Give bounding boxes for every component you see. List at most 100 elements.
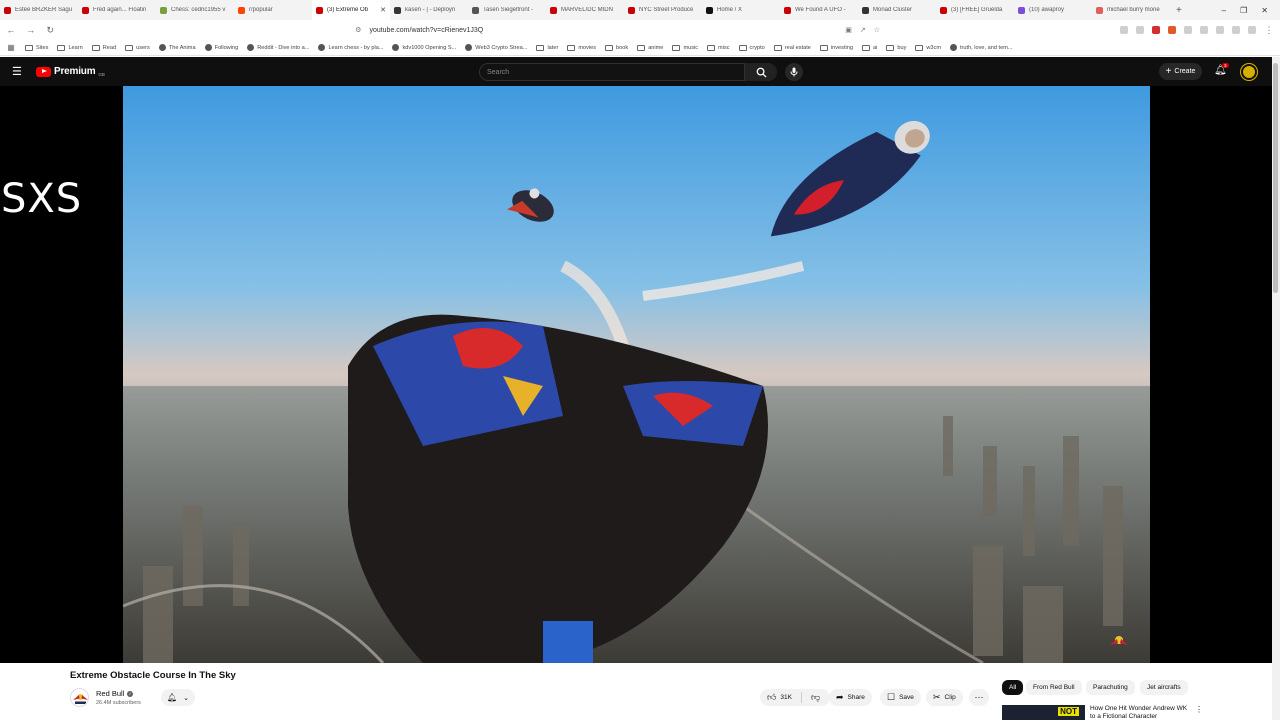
more-actions-button[interactable]: ⋯ (969, 689, 989, 706)
bookmark-link[interactable]: truth, love, and tem... (949, 44, 1013, 51)
browser-tab[interactable]: Chess: cedric1955 v (156, 0, 234, 20)
channel-name[interactable]: Red Bull ✓ (96, 689, 134, 698)
bookmark-folder[interactable]: Sites (25, 44, 48, 51)
bookmark-folder[interactable]: real estate (773, 44, 811, 51)
channel-name-text[interactable]: Red Bull (96, 689, 124, 698)
bookmark-folder[interactable]: buy (886, 44, 906, 51)
bookmark-folder[interactable]: w3cm (915, 44, 941, 51)
share-button[interactable]: ➦ Share (829, 689, 872, 706)
bookmark-folder[interactable]: later (536, 44, 558, 51)
bookmark-folder[interactable]: movies (567, 44, 596, 51)
bookmark-folder[interactable]: crypto (738, 44, 765, 51)
bookmark-folder[interactable]: Learn (57, 44, 83, 51)
apps-grid-icon[interactable]: ▦ (6, 43, 16, 52)
extension-icon[interactable] (1120, 26, 1128, 34)
bookmark-link[interactable]: Learn chess - by pla... (318, 44, 383, 51)
video-player[interactable]: SXS (0, 86, 1272, 663)
extension-icon[interactable] (1168, 26, 1176, 34)
close-tab-icon[interactable]: ✕ (380, 6, 386, 14)
browser-tab-strip: Estée BRZKER Sagu Fred again... Floatin Ch… (0, 0, 1280, 20)
recommendation-thumbnail[interactable]: NOT (1002, 705, 1085, 720)
tab-title: Home / X (717, 7, 743, 13)
bookmark-folder[interactable]: anime (637, 44, 663, 51)
bookmark-link[interactable]: Reddit - Dive into a... (247, 44, 309, 51)
like-count[interactable]: 31K (780, 694, 792, 701)
browser-tab[interactable]: Tasen Siegelfront - (468, 0, 546, 20)
chip-from-red-bull[interactable]: From Red Bull (1026, 680, 1082, 695)
browser-tab[interactable]: (3) [FREE] Gruelda (936, 0, 1014, 20)
youtube-premium-logo[interactable]: Premium GB (36, 66, 105, 77)
url-text[interactable]: youtube.com/watch?v=cRienev1J3Q (369, 27, 837, 34)
extension-icon[interactable] (1152, 26, 1160, 34)
like-icon[interactable]: 👍︎ (767, 692, 776, 703)
restore-button[interactable]: ❐ (1240, 6, 1247, 15)
browser-tab[interactable]: We Found A UFO - (780, 0, 858, 20)
bookmark-folder[interactable]: users (125, 44, 150, 51)
chip-all[interactable]: All (1002, 680, 1024, 695)
site-icon (247, 44, 255, 51)
browser-tab[interactable]: Monad Cluster (858, 0, 936, 20)
profile-icon[interactable] (1248, 26, 1256, 34)
bookmark-link[interactable]: The Anima (158, 44, 196, 51)
browser-tab[interactable]: (3) Extreme Ob ✕ (312, 0, 390, 20)
address-bar[interactable]: ⚙ youtube.com/watch?v=cRienev1J3Q ▣ ↗ ☆ (355, 22, 880, 38)
dislike-icon[interactable]: 👎︎ (811, 692, 820, 703)
tab-favicon-icon (4, 6, 11, 14)
install-icon[interactable]: ▣ (845, 26, 852, 34)
bookmark-folder[interactable]: investing (819, 44, 853, 51)
tab-favicon-icon (160, 6, 167, 14)
bookmark-folder[interactable]: book (605, 44, 628, 51)
plus-icon: + (1165, 66, 1172, 77)
search-button[interactable] (745, 63, 777, 81)
minimize-button[interactable]: – (1222, 6, 1226, 15)
menu-icon[interactable]: ☰ (12, 65, 24, 78)
save-button[interactable]: ☐ Save (880, 689, 921, 706)
extension-icon[interactable] (1200, 26, 1208, 34)
recommendation-title[interactable]: How One Hit Wonder Andrew WK to a Fictio… (1090, 705, 1190, 720)
bookmark-link[interactable]: Web3 Crypto Strea... (465, 44, 527, 51)
extension-icon[interactable] (1184, 26, 1192, 34)
clip-button[interactable]: ✂ Clip (926, 689, 963, 706)
bookmark-folder[interactable]: ai (861, 44, 877, 51)
browser-tab[interactable]: Estée BRZKER Sagu (0, 0, 78, 20)
account-avatar[interactable] (1241, 64, 1257, 80)
forward-icon[interactable]: → (26, 25, 36, 35)
channel-avatar[interactable] (70, 688, 89, 707)
chip-jet-aircrafts[interactable]: Jet aircrafts (1140, 680, 1188, 695)
browser-tab[interactable]: r/popular (234, 0, 312, 20)
search-input[interactable]: Search (479, 63, 745, 81)
close-window-button[interactable]: ✕ (1261, 6, 1268, 15)
browser-tab[interactable]: Fred again... Floatin (78, 0, 156, 20)
back-icon[interactable]: ← (6, 25, 16, 35)
voice-search-button[interactable] (785, 63, 803, 81)
video-frame[interactable] (123, 86, 1150, 663)
bookmark-star-icon[interactable]: ☆ (874, 26, 880, 34)
bookmark-folder[interactable]: Read (91, 44, 116, 51)
browser-menu-icon[interactable]: ⋮ (1264, 25, 1274, 36)
share-page-icon[interactable]: ↗ (860, 26, 866, 34)
extension-icon[interactable] (1136, 26, 1144, 34)
browser-tab[interactable]: NYC Street Produce (624, 0, 702, 20)
new-tab-button[interactable]: + (1170, 5, 1188, 16)
bookmark-folder[interactable]: misc (707, 44, 730, 51)
chip-parachuting[interactable]: Parachuting (1086, 680, 1135, 695)
recommendation-more-icon[interactable]: ⋮ (1195, 705, 1203, 714)
extension-icon[interactable] (1232, 26, 1240, 34)
site-info-icon[interactable]: ⚙ (355, 26, 361, 34)
reload-icon[interactable]: ↻ (45, 25, 55, 36)
browser-tab[interactable]: (10) awaproy (1014, 0, 1092, 20)
bookmark-link[interactable]: Following (204, 44, 238, 51)
create-button[interactable]: + Create (1159, 63, 1202, 80)
browser-tab[interactable]: Home / X (702, 0, 780, 20)
tab-favicon-icon (628, 6, 635, 14)
scrollbar-thumb[interactable] (1273, 63, 1278, 293)
bookmark-folder[interactable]: music (672, 44, 698, 51)
subscriber-count: 26.4M subscribers (96, 700, 141, 706)
browser-tab[interactable]: michael burry mone (1092, 0, 1170, 20)
page-scrollbar[interactable] (1272, 57, 1280, 720)
browser-tab[interactable]: kasen - | - Deployn (390, 0, 468, 20)
browser-tab[interactable]: MARVEL/DC MIDN (546, 0, 624, 20)
download-icon[interactable] (1216, 26, 1224, 34)
subscribed-button[interactable]: 🔔︎ ⌄ (161, 689, 195, 706)
bookmark-link[interactable]: kdv1000 Opening S... (392, 44, 456, 51)
